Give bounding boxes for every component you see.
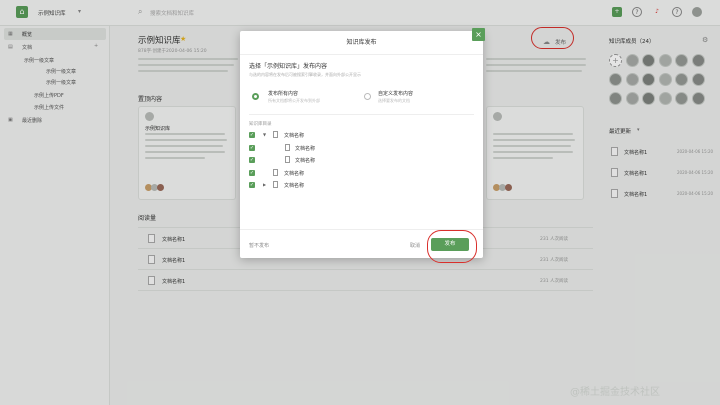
- modal-heading: 选择「示例知识库」发布内容: [249, 63, 328, 70]
- tree-caret-icon[interactable]: ▼: [263, 132, 266, 137]
- skip-publish-button[interactable]: 暂不发布: [249, 242, 269, 249]
- tree-label: 知识库目录: [249, 122, 272, 127]
- doc-icon: [285, 144, 290, 151]
- modal-subheading: 与选的内容将在发布后可被搜索引擎收录，并面向外部公开显示: [249, 72, 361, 77]
- doc-icon: [273, 181, 278, 188]
- divider: [249, 114, 474, 115]
- tree-checkbox[interactable]: ✓: [249, 157, 255, 163]
- tree-item[interactable]: 文档名称: [295, 157, 315, 164]
- option-custom-desc: 选择要发布的文档: [378, 98, 410, 103]
- option-all-label[interactable]: 发布所有内容: [268, 90, 298, 97]
- tree-checkbox[interactable]: ✓: [249, 182, 255, 188]
- doc-icon: [273, 169, 278, 176]
- tree-caret-icon[interactable]: ▶: [263, 182, 266, 187]
- option-custom-label[interactable]: 自定义发布内容: [378, 90, 413, 97]
- modal-title: 知识库发布: [240, 31, 483, 55]
- doc-icon: [273, 131, 278, 138]
- radio-all[interactable]: [252, 93, 259, 100]
- publish-modal: 知识库发布 × 选择「示例知识库」发布内容 与选的内容将在发布后可被搜索引擎收录…: [240, 28, 485, 258]
- tree-item[interactable]: 文档名称: [295, 145, 315, 152]
- tree-item[interactable]: 文档名称: [284, 132, 304, 139]
- radio-custom[interactable]: [364, 93, 371, 100]
- tree-item[interactable]: 文档名称: [284, 170, 304, 177]
- tree-item[interactable]: 文档名称: [284, 182, 304, 189]
- confirm-highlight: [427, 230, 477, 263]
- doc-icon: [285, 156, 290, 163]
- cancel-button[interactable]: 取消: [410, 242, 420, 249]
- tree-checkbox[interactable]: ✓: [249, 132, 255, 138]
- tree-checkbox[interactable]: ✓: [249, 145, 255, 151]
- close-icon[interactable]: ×: [472, 28, 485, 41]
- tree-checkbox[interactable]: ✓: [249, 170, 255, 176]
- watermark: @稀土掘金技术社区: [570, 387, 660, 398]
- option-all-desc: 所有文档都将公开发布到外部: [268, 98, 320, 103]
